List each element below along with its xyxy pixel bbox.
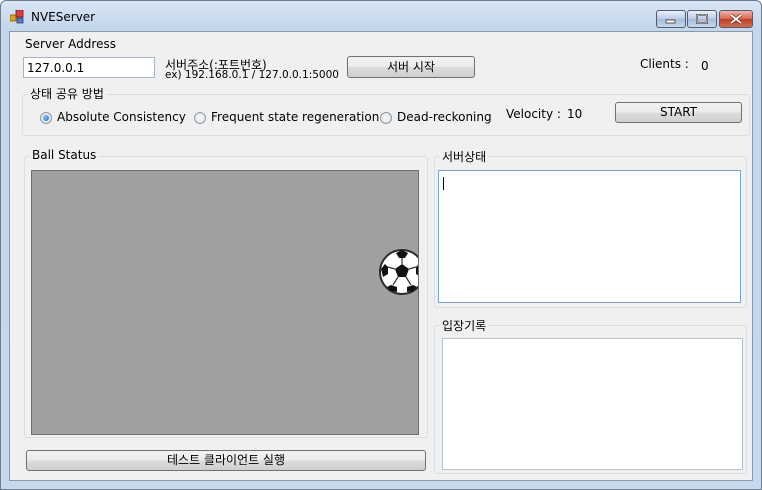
ball-canvas[interactable] [31, 170, 419, 435]
window-title: NVEServer [31, 10, 96, 24]
radio-label-absolute-consistency[interactable]: Absolute Consistency [57, 110, 186, 124]
radio-label-dead-reckoning[interactable]: Dead-reckoning [397, 110, 492, 124]
app-icon [10, 10, 24, 24]
client-area: Server Address 서버주소(:포트번호) ex) 192.168.0… [9, 31, 753, 481]
maximize-button[interactable] [687, 10, 717, 28]
clients-count: 0 [701, 59, 709, 73]
radio-absolute-consistency[interactable] [40, 112, 52, 124]
start-server-button[interactable]: 서버 시작 [347, 56, 475, 78]
ball-status-title: Ball Status [30, 148, 99, 162]
run-test-client-button[interactable]: 테스트 클라이언트 실행 [26, 450, 426, 471]
radio-label-frequent-state-regeneration[interactable]: Frequent state regeneration [211, 110, 379, 124]
main-window: NVEServer Server Address 서버주소(:포트번호) ex)… [0, 0, 762, 490]
title-bar[interactable]: NVEServer [1, 1, 761, 31]
sync-method-title: 상태 공유 방법 [28, 85, 106, 102]
clients-label: Clients : [640, 57, 689, 71]
server-address-input[interactable] [23, 57, 155, 78]
minimize-icon [665, 19, 676, 24]
sync-start-button[interactable]: START [615, 102, 742, 123]
server-status-textarea[interactable] [438, 170, 741, 303]
minimize-button[interactable] [656, 10, 686, 28]
velocity-value: 10 [567, 107, 583, 121]
velocity-label: Velocity : [506, 107, 561, 121]
entry-log-title: 입장기록 [440, 317, 489, 334]
maximize-icon [696, 14, 708, 24]
radio-dead-reckoning[interactable] [380, 112, 392, 124]
entry-log-textarea[interactable] [442, 338, 743, 470]
text-caret [443, 177, 444, 190]
close-icon [730, 13, 742, 25]
radio-frequent-state-regeneration[interactable] [194, 112, 206, 124]
close-button[interactable] [719, 10, 753, 28]
server-address-label: Server Address [25, 37, 116, 51]
soccer-ball-icon [379, 249, 418, 295]
server-status-title: 서버상태 [440, 148, 489, 165]
address-hint-line2: ex) 192.168.0.1 / 127.0.0.1:5000 [165, 69, 339, 81]
